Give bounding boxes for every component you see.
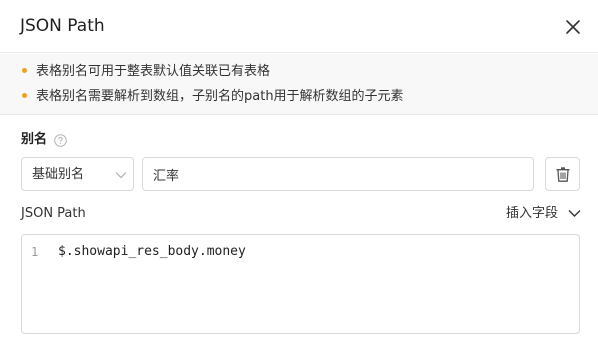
json-path-dialog: JSON Path 表格别名可用于整表默认值关联已有表格 表格别名需要解析到数组… (0, 0, 598, 347)
alias-type-value: 基础别名 (32, 167, 85, 182)
dialog-header: JSON Path (0, 0, 598, 53)
line-number: 1 (31, 245, 39, 259)
bullet-dot-icon (22, 93, 27, 98)
insert-field-label: 插入字段 (506, 206, 559, 221)
code-line[interactable]: $.showapi_res_body.money (58, 243, 246, 260)
chevron-down-icon (115, 172, 127, 179)
json-path-label: JSON Path (21, 206, 86, 221)
notice-text: 表格别名需要解析到数组，子别名的path用于解析数组的子元素 (36, 89, 404, 104)
notice-text: 表格别名可用于整表默认值关联已有表格 (36, 64, 271, 79)
chevron-down-icon (568, 210, 581, 217)
close-button[interactable] (562, 16, 584, 38)
dialog-title: JSON Path (20, 16, 105, 36)
alias-name-input[interactable] (142, 157, 534, 191)
delete-button[interactable] (545, 157, 580, 191)
notice-item: 表格别名需要解析到数组，子别名的path用于解析数组的子元素 (22, 88, 404, 106)
json-path-editor[interactable]: 1 $.showapi_res_body.money (21, 234, 580, 334)
trash-icon (556, 167, 570, 182)
alias-label: 别名 (21, 132, 48, 147)
alias-type-select[interactable]: 基础别名 (21, 157, 134, 191)
help-icon[interactable] (54, 134, 67, 147)
insert-field-dropdown[interactable]: 插入字段 (506, 205, 581, 223)
notice-panel: 表格别名可用于整表默认值关联已有表格 表格别名需要解析到数组，子别名的path用… (0, 54, 598, 115)
notice-item: 表格别名可用于整表默认值关联已有表格 (22, 63, 270, 81)
bullet-dot-icon (22, 68, 27, 73)
close-icon (566, 20, 580, 34)
